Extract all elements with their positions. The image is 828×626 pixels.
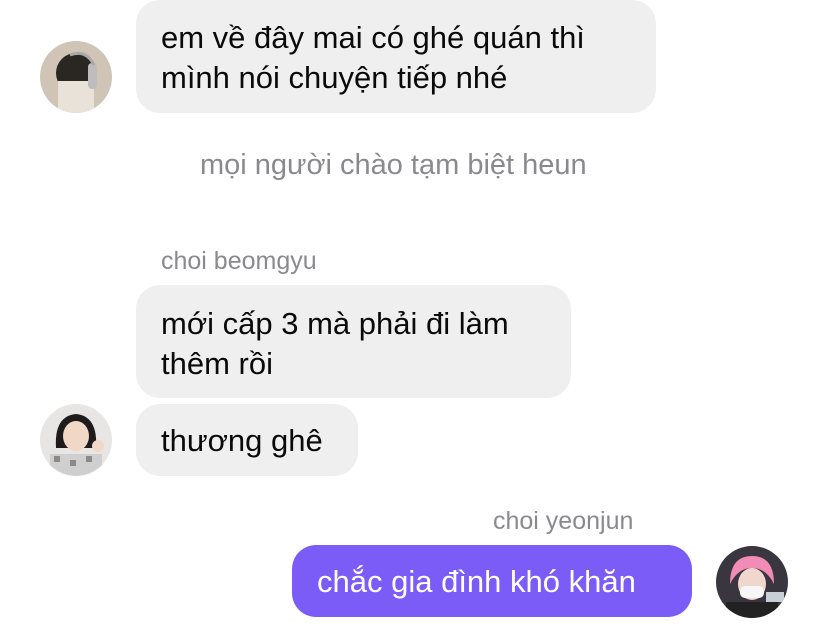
message-text: thêm rồi [161,346,273,381]
avatar[interactable] [40,404,112,476]
message-bubble[interactable]: thương ghê [136,404,358,476]
message-text: mình nói chuyện tiếp nhé [161,60,508,95]
message-bubble[interactable]: mới cấp 3 mà phải đi làm thêm rồi [136,285,571,398]
sender-name: choi yeonjun [493,507,634,535]
message-text: chắc gia đình khó khăn [317,564,636,599]
message-bubble[interactable]: chắc gia đình khó khăn [292,545,692,617]
avatar-photo-icon [40,404,112,476]
avatar-photo-icon [716,546,788,618]
avatar[interactable] [40,41,112,113]
sender-name: choi beomgyu [161,247,317,275]
avatar[interactable] [716,546,788,618]
message-text: em về đây mai có ghé quán thì [161,20,585,55]
message-text: thương ghê [161,423,323,458]
message-bubble[interactable]: em về đây mai có ghé quán thì mình nói c… [136,0,656,113]
message-text: mới cấp 3 mà phải đi làm [161,306,509,341]
system-message: mọi người chào tạm biệt heun [200,149,587,181]
avatar-photo-icon [40,41,112,113]
